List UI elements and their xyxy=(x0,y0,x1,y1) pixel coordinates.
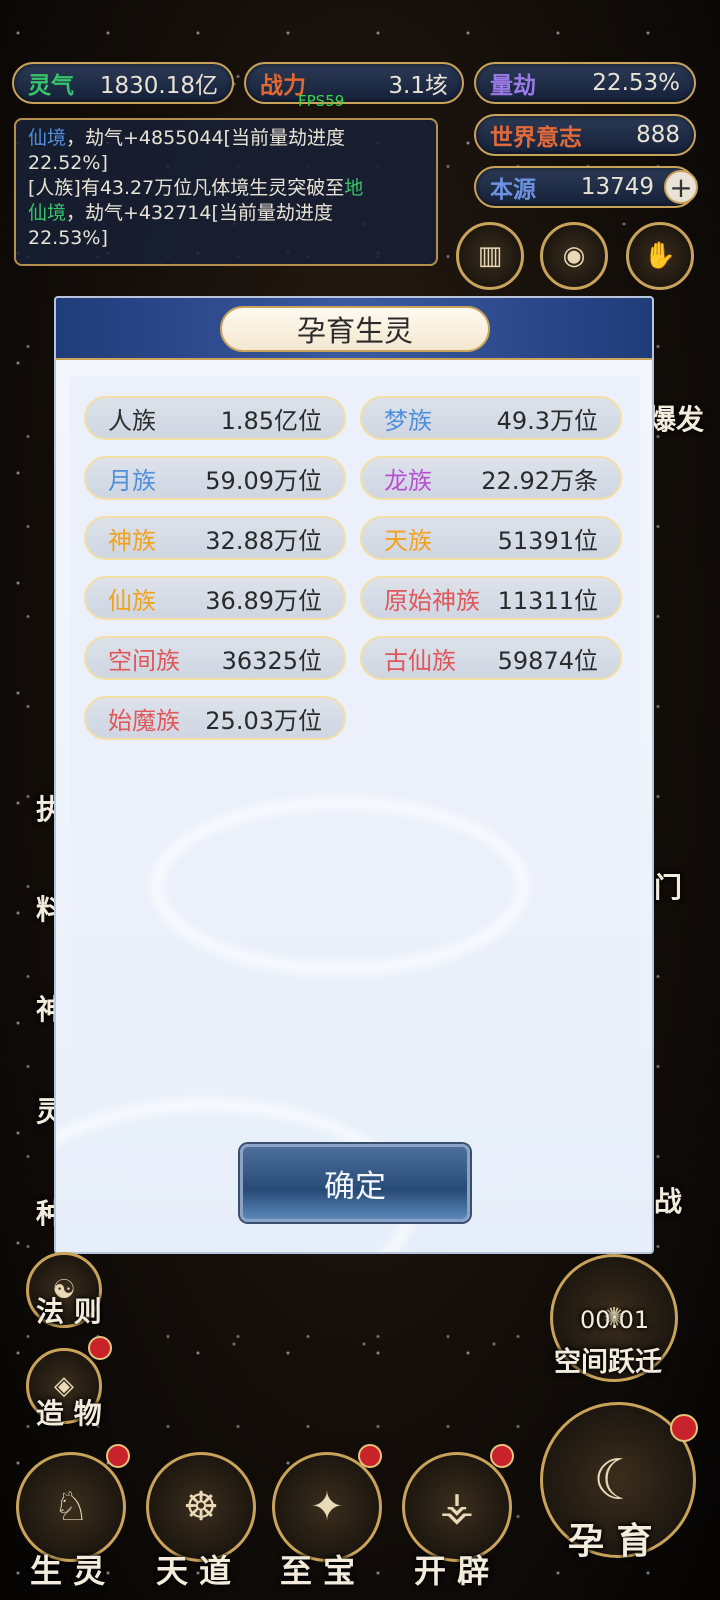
race-row: 天族 51391位 xyxy=(360,516,622,560)
race-row: 神族 32.88万位 xyxy=(84,516,346,560)
lingqi-stat: 灵气 1830.18亿 xyxy=(12,62,234,104)
fazhe-label[interactable]: 法 则 xyxy=(36,1290,102,1330)
benyuan-stat: 本源 13749 xyxy=(474,166,696,208)
log-text-1: ，劫气+4855044[当前量劫进度 xyxy=(66,127,345,149)
zhibao-notification-dot xyxy=(358,1444,382,1468)
nav-tiandao[interactable]: 天 道 xyxy=(156,1546,231,1592)
timer-text: 00:01 xyxy=(580,1306,650,1334)
race-count: 36325位 xyxy=(221,646,322,675)
log-line-2: 22.52%] xyxy=(28,152,108,174)
benyuan-value: 13749 xyxy=(580,174,654,200)
kongjian-label[interactable]: 空间跃迁 xyxy=(554,1340,662,1379)
side-label-zhan[interactable]: 战 xyxy=(654,1180,682,1220)
race-count: 59874位 xyxy=(497,646,598,675)
log-xianjing-2: 仙境 xyxy=(28,202,67,224)
race-count: 11311位 xyxy=(497,586,598,615)
race-name: 梦族 xyxy=(384,406,432,435)
shijie-stat: 世界意志 888 xyxy=(474,114,696,156)
race-count: 32.88万位 xyxy=(205,526,322,555)
shengling-notification-dot xyxy=(106,1444,130,1468)
race-count: 51391位 xyxy=(497,526,598,555)
lingqi-value: 1830.18亿 xyxy=(99,73,218,99)
race-count: 49.3万位 xyxy=(496,406,598,435)
side-label-baofa[interactable]: 爆发 xyxy=(648,398,704,438)
scroll-icon[interactable]: ▥ xyxy=(456,222,524,290)
nav-shengling[interactable]: 生 灵 xyxy=(30,1546,105,1592)
plus-icon[interactable]: + xyxy=(664,170,698,204)
nav-zhibao[interactable]: 至 宝 xyxy=(280,1546,355,1592)
breed-dialog: 孕育生灵 人族 1.85亿位 梦族 49.3万位月族 59.09万位 龙族 22.92万条神… xyxy=(54,296,654,1254)
log-line-3: [人族]有43.27万位凡体境生灵突破至地 xyxy=(28,176,424,201)
zhanli-stat: 战力 3.1垓 xyxy=(244,62,464,104)
log-xianjing: 仙境 xyxy=(28,127,67,149)
shijie-label: 世界意志 xyxy=(490,125,582,151)
race-row: 空间族 36325位 xyxy=(84,636,346,680)
race-name: 古仙族 xyxy=(384,646,456,675)
race-name: 龙族 xyxy=(384,466,432,495)
kaipi-notification-dot xyxy=(490,1444,514,1468)
log-text-4: ，劫气+432714[当前量劫进度 xyxy=(66,202,333,224)
nav-kaipi[interactable]: 开 辟 xyxy=(414,1546,489,1592)
race-row: 仙族 36.89万位 xyxy=(84,576,346,620)
race-row: 人族 1.85亿位 xyxy=(84,396,346,440)
race-name: 空间族 xyxy=(108,646,180,675)
liangjie-label: 量劫 xyxy=(490,73,536,99)
nav-yunyu[interactable]: 孕 育 xyxy=(568,1512,653,1564)
log-line-1: 仙境，劫气+4855044[当前量劫进度 xyxy=(28,126,424,151)
race-row: 月族 59.09万位 xyxy=(84,456,346,500)
liangjie-value: 22.53% xyxy=(592,70,680,96)
race-count: 59.09万位 xyxy=(205,466,322,495)
lingqi-label: 灵气 xyxy=(28,73,74,99)
race-count: 36.89万位 xyxy=(205,586,322,615)
race-row: 龙族 22.92万条 xyxy=(360,456,622,500)
log-line-4: 仙境，劫气+432714[当前量劫进度 xyxy=(28,201,424,226)
race-count: 25.03万位 xyxy=(205,706,322,735)
race-row: 梦族 49.3万位 xyxy=(360,396,622,440)
race-name: 始魔族 xyxy=(108,706,180,735)
race-name: 仙族 xyxy=(108,586,156,615)
race-name: 天族 xyxy=(384,526,432,555)
dialog-title: 孕育生灵 xyxy=(220,306,490,352)
log-di: 地 xyxy=(344,177,364,199)
race-name: 神族 xyxy=(108,526,156,555)
benyuan-label: 本源 xyxy=(490,177,536,203)
race-name: 月族 xyxy=(108,466,156,495)
yunyu-notification-dot xyxy=(670,1414,698,1442)
race-count: 22.92万条 xyxy=(481,466,598,495)
hand-icon[interactable]: ✋ xyxy=(626,222,694,290)
log-line-5: 22.53%] xyxy=(28,227,108,249)
zaowu-label[interactable]: 造 物 xyxy=(36,1392,102,1432)
cloud-decoration xyxy=(150,796,530,976)
race-name: 原始神族 xyxy=(384,586,480,615)
race-row: 始魔族 25.03万位 xyxy=(84,696,346,740)
race-row: 古仙族 59874位 xyxy=(360,636,622,680)
race-name: 人族 xyxy=(108,406,156,435)
fps-counter: FPS59 xyxy=(298,92,345,110)
log-text-3: [人族]有43.27万位凡体境生灵突破至 xyxy=(28,177,345,199)
side-label-men[interactable]: 门 xyxy=(654,866,682,906)
shijie-value: 888 xyxy=(636,122,680,148)
zaowu-notification-dot xyxy=(88,1336,112,1360)
liangjie-stat: 量劫 22.53% xyxy=(474,62,696,104)
confirm-button[interactable]: 确定 xyxy=(240,1144,470,1222)
race-count: 1.85亿位 xyxy=(220,406,322,435)
eye-icon[interactable]: ◉ xyxy=(540,222,608,290)
zhanli-value: 3.1垓 xyxy=(388,73,448,99)
race-row: 原始神族 11311位 xyxy=(360,576,622,620)
event-log: 仙境，劫气+4855044[当前量劫进度 22.52%] [人族]有43.27万… xyxy=(14,118,438,266)
